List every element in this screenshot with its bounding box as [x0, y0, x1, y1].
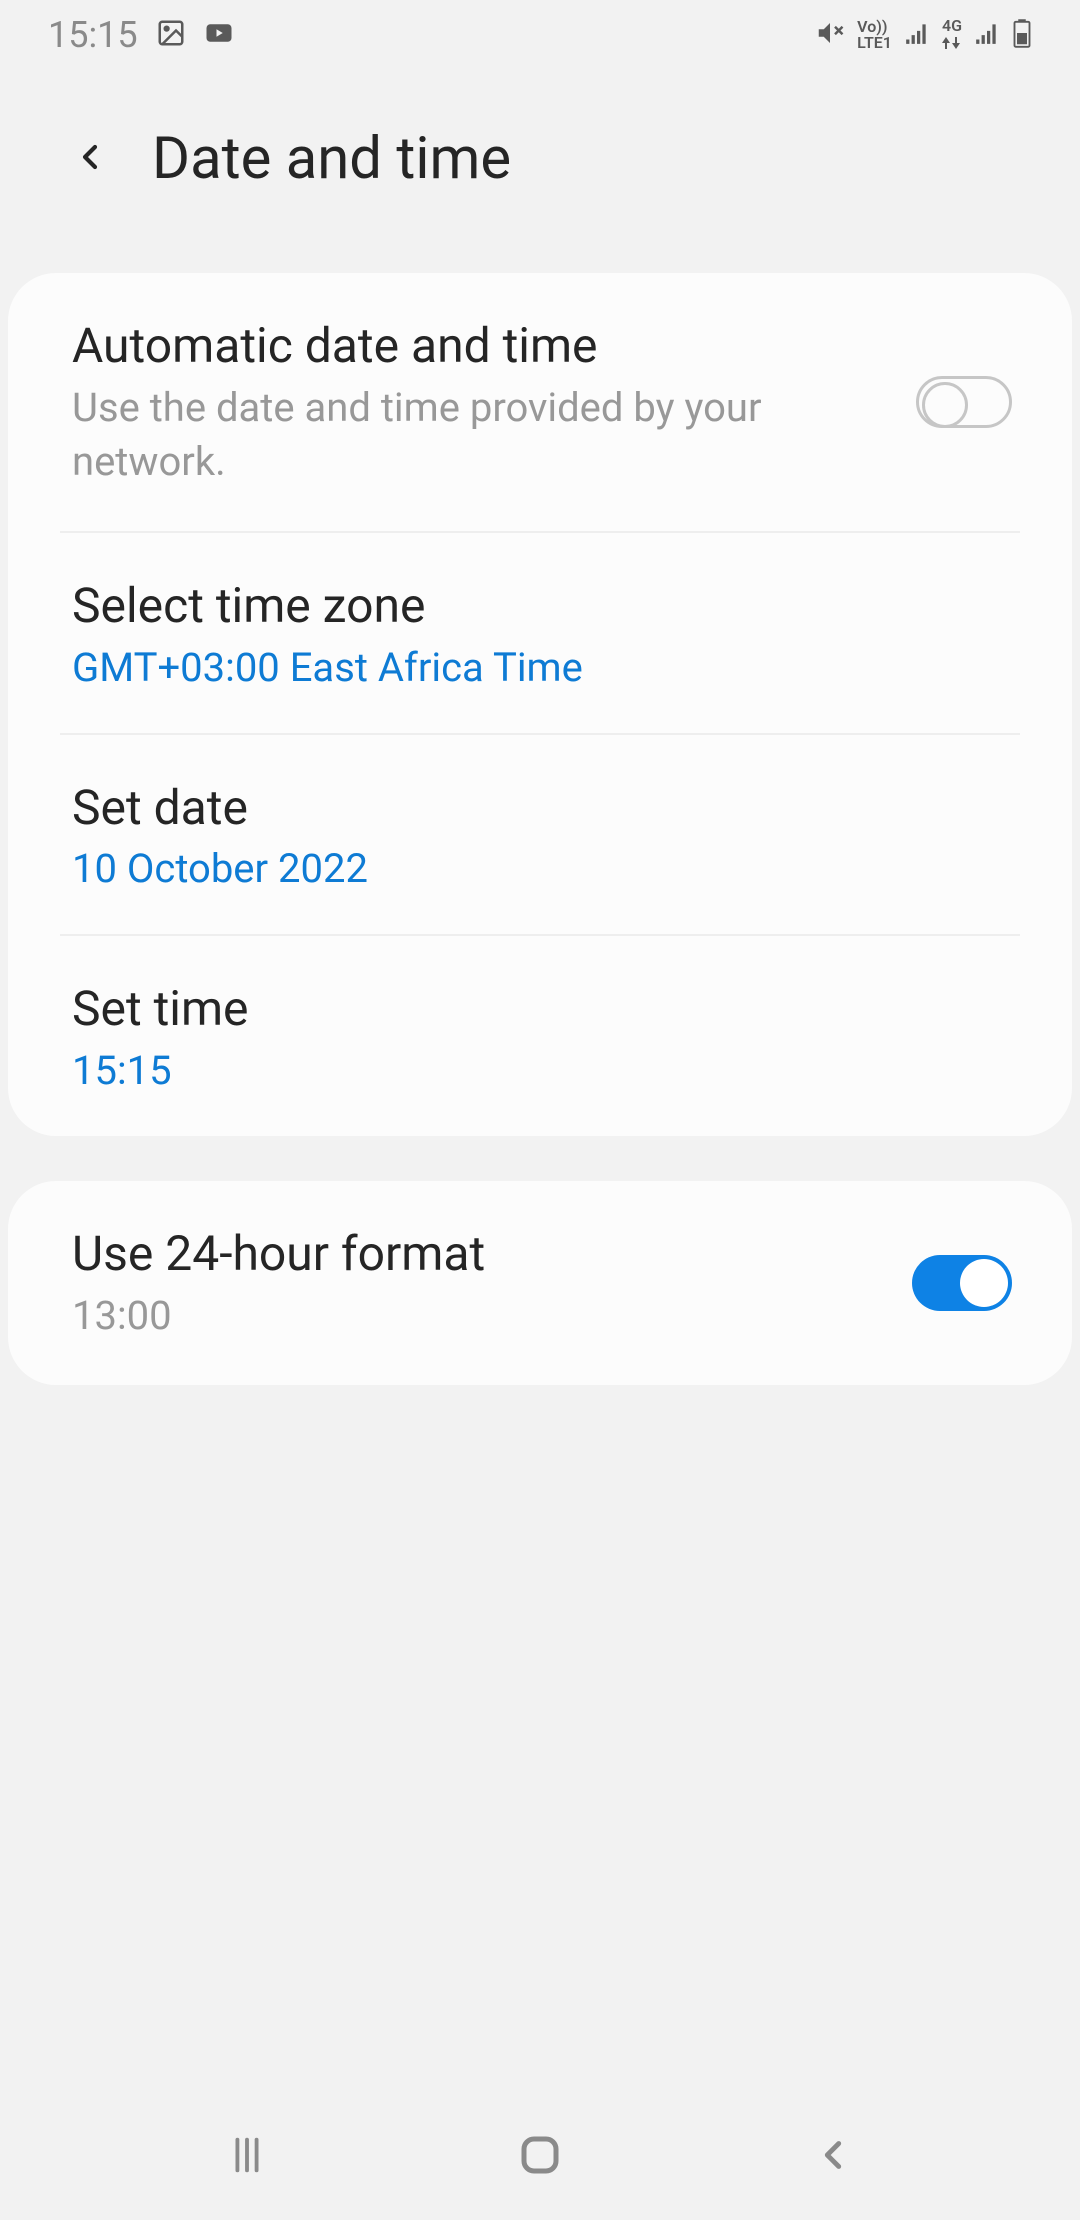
status-time: 15:15	[48, 14, 138, 56]
setting-title: Use 24-hour format	[72, 1223, 882, 1285]
signal-icon-2	[974, 20, 1000, 50]
settings-card-1: Automatic date and time Use the date and…	[8, 273, 1072, 1136]
automatic-date-time-toggle[interactable]	[916, 376, 1012, 428]
settings-card-2: Use 24-hour format 13:00	[8, 1181, 1072, 1385]
status-bar: 15:15 Vo)) LTE1 4G	[0, 0, 1080, 70]
set-date-row[interactable]: Set date 10 October 2022	[8, 735, 1072, 934]
setting-title: Select time zone	[72, 575, 1012, 637]
setting-content: Set time 15:15	[72, 978, 1012, 1093]
page-title: Date and time	[152, 125, 511, 193]
select-timezone-row[interactable]: Select time zone GMT+03:00 East Africa T…	[8, 533, 1072, 732]
setting-title: Automatic date and time	[72, 315, 886, 377]
network-4g-indicator: 4G	[942, 18, 962, 53]
setting-value: 10 October 2022	[72, 845, 1012, 892]
signal-icon-1	[904, 20, 930, 50]
status-left: 15:15	[48, 14, 234, 56]
setting-value: 15:15	[72, 1047, 1012, 1094]
set-time-row[interactable]: Set time 15:15	[8, 936, 1072, 1135]
back-button[interactable]	[807, 2129, 859, 2181]
setting-title: Set date	[72, 777, 1012, 839]
header: Date and time	[0, 70, 1080, 273]
youtube-icon	[204, 18, 234, 52]
use-24hour-format-toggle[interactable]	[912, 1255, 1012, 1311]
navigation-bar	[0, 2090, 1080, 2220]
setting-title: Set time	[72, 978, 1012, 1040]
use-24hour-format-row[interactable]: Use 24-hour format 13:00	[8, 1181, 1072, 1385]
status-right: Vo)) LTE1 4G	[815, 18, 1032, 53]
volte-indicator: Vo)) LTE1	[857, 19, 892, 51]
recents-button[interactable]	[221, 2129, 273, 2181]
battery-icon	[1012, 18, 1032, 52]
mute-vibrate-icon	[815, 18, 845, 52]
home-button[interactable]	[514, 2129, 566, 2181]
setting-content: Use 24-hour format 13:00	[72, 1223, 882, 1343]
back-icon[interactable]	[70, 137, 110, 181]
gallery-icon	[156, 18, 186, 52]
setting-value: GMT+03:00 East Africa Time	[72, 644, 1012, 691]
setting-subtitle: Use the date and time provided by your n…	[72, 381, 886, 489]
setting-content: Set date 10 October 2022	[72, 777, 1012, 892]
setting-content: Automatic date and time Use the date and…	[72, 315, 886, 489]
setting-subtitle: 13:00	[72, 1289, 882, 1343]
setting-content: Select time zone GMT+03:00 East Africa T…	[72, 575, 1012, 690]
automatic-date-time-row[interactable]: Automatic date and time Use the date and…	[8, 273, 1072, 531]
